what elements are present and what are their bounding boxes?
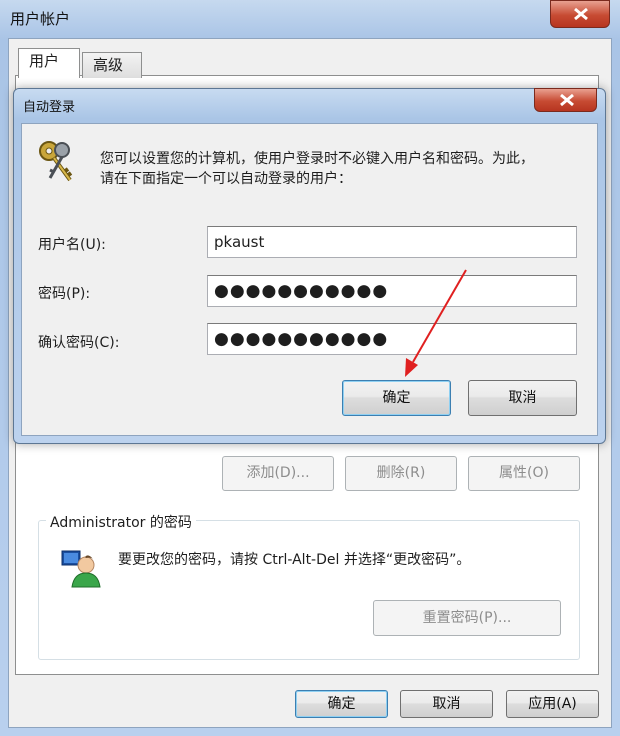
tab-users[interactable]: 用户: [18, 48, 80, 78]
arrow-annotation: [405, 269, 467, 377]
